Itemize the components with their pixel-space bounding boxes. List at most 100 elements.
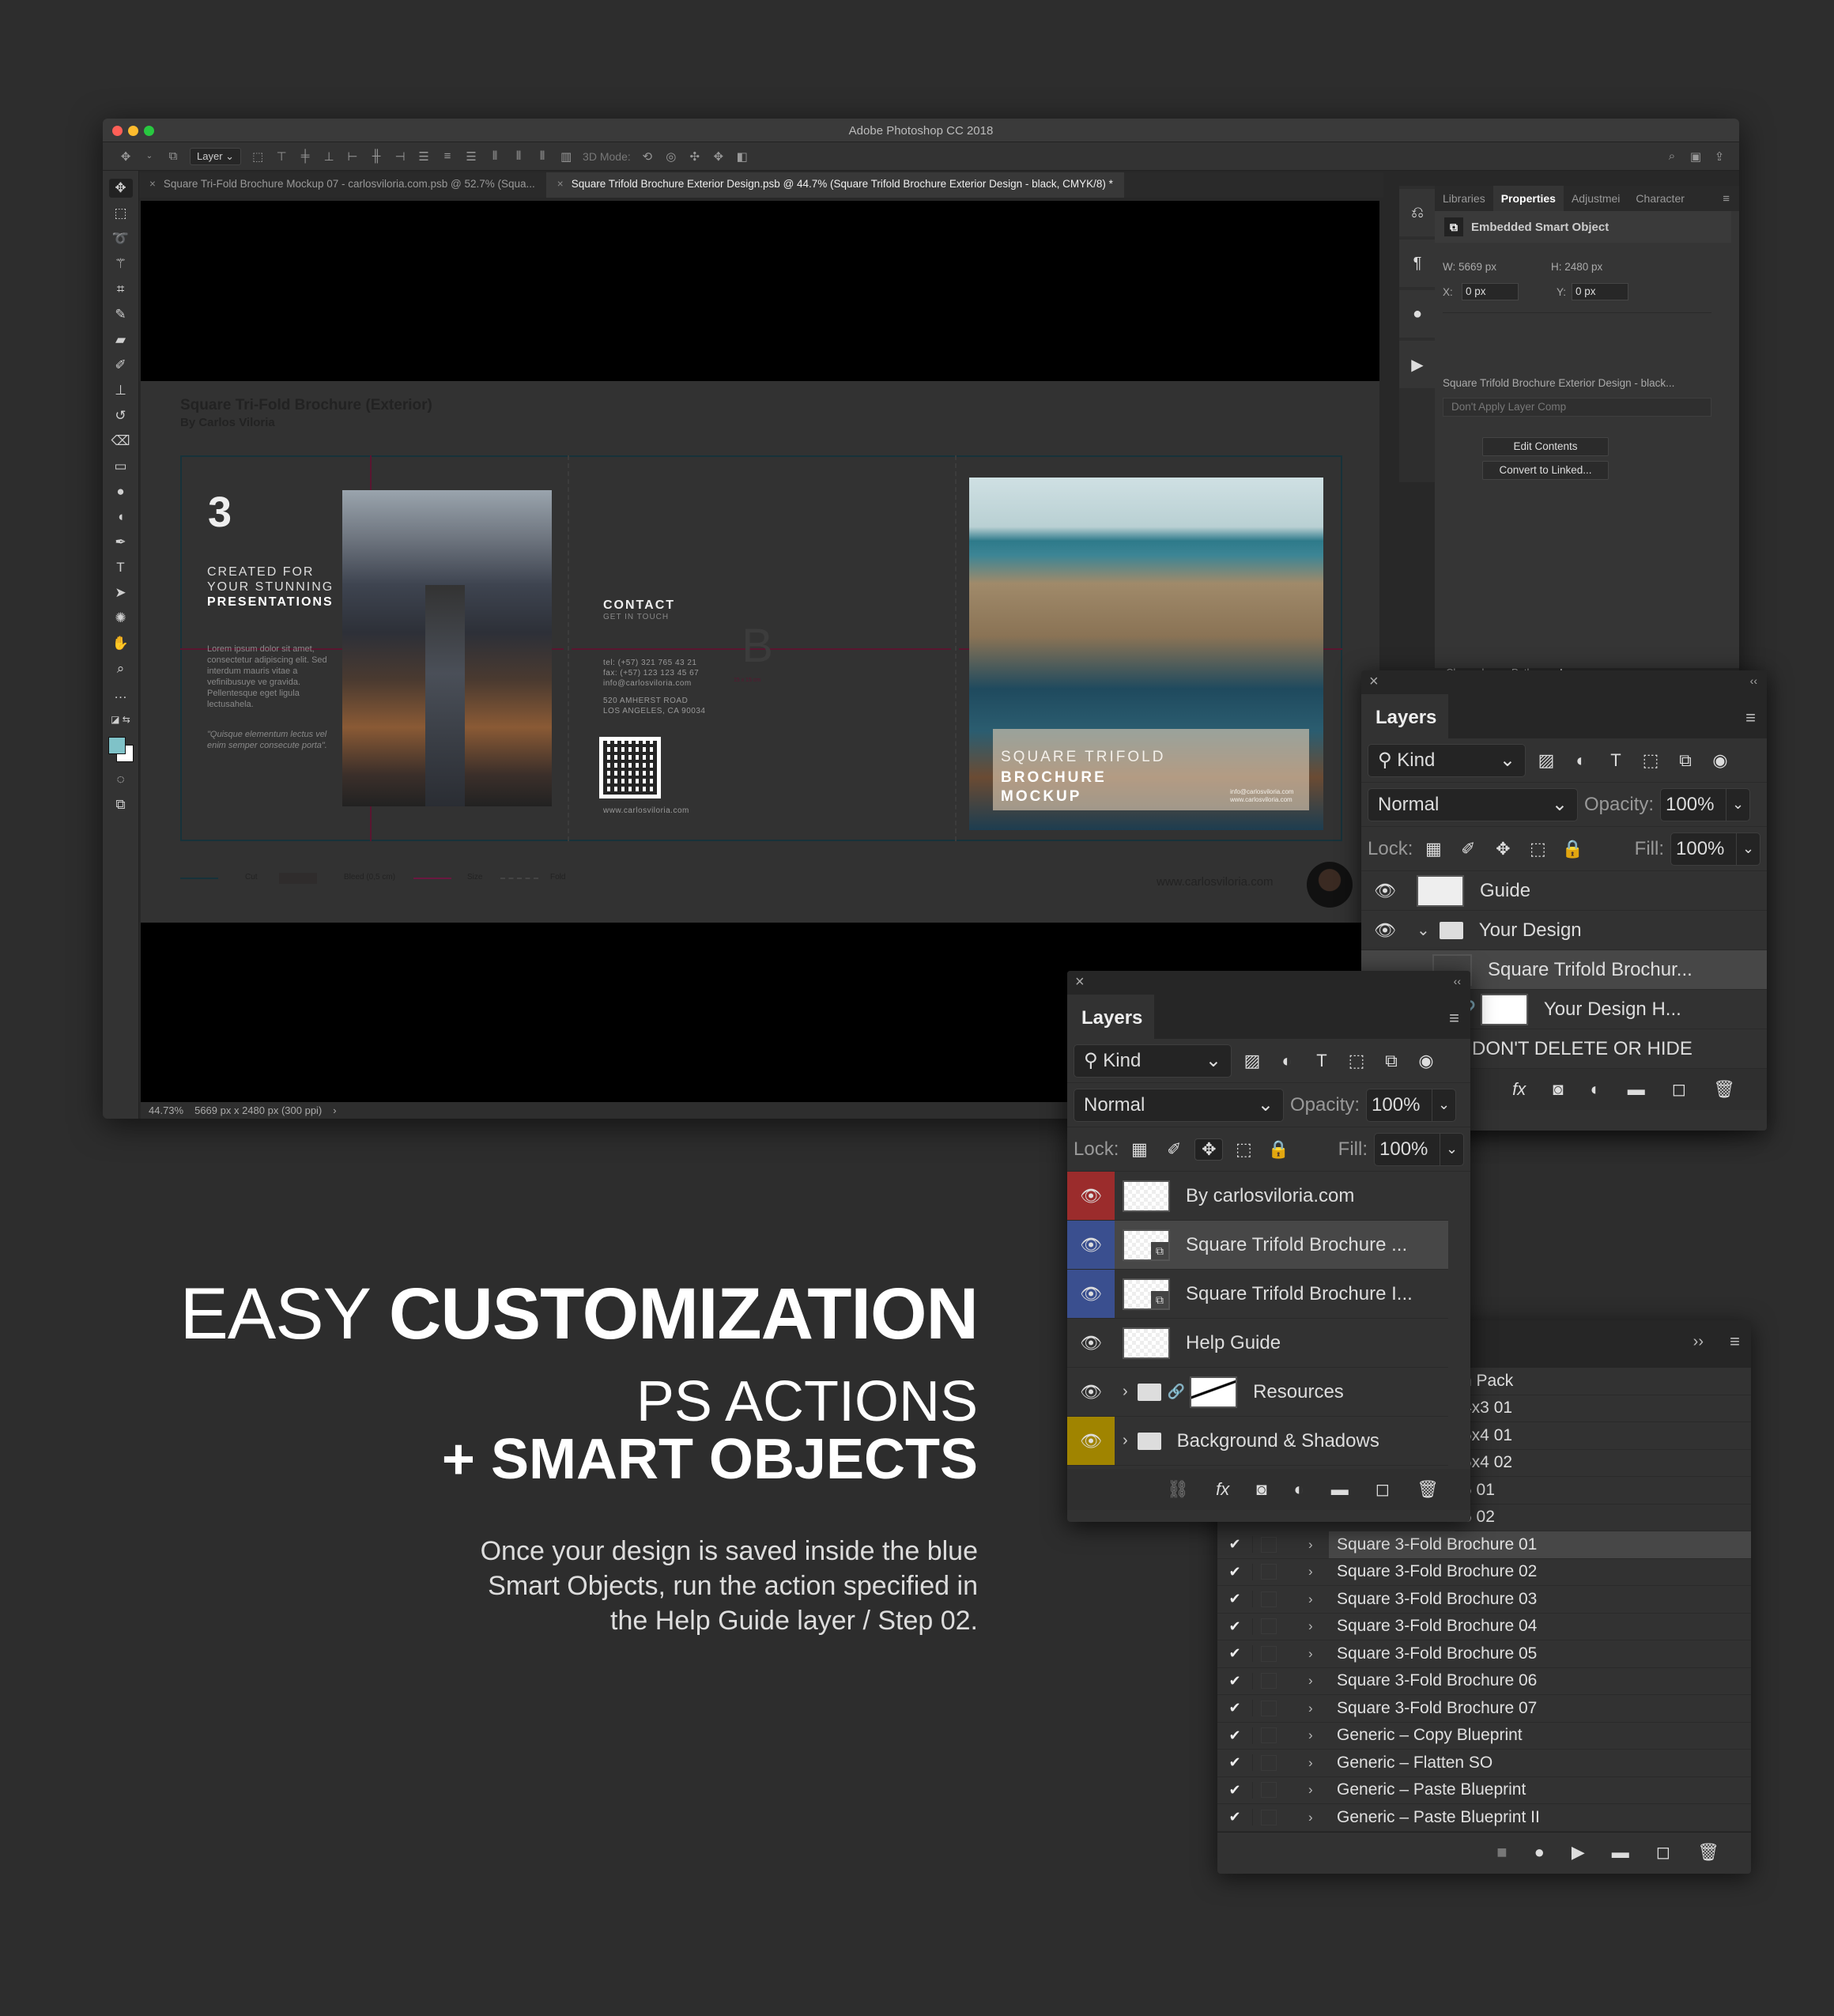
trash-icon[interactable]: 🗑 — [1417, 1479, 1439, 1500]
screen-mode-icon[interactable]: ⧉ — [109, 795, 133, 814]
dialog-toggle[interactable] — [1261, 1754, 1277, 1771]
new-layer-icon[interactable]: ◻ — [1672, 1079, 1686, 1100]
action-row[interactable]: 5 02 — [1455, 1504, 1751, 1531]
color-swatches[interactable] — [107, 735, 135, 764]
record-icon[interactable]: ● — [1534, 1842, 1545, 1863]
filter-kind-dropdown[interactable]: ⚲ Kind ⌄ — [1368, 743, 1526, 777]
lock-artboard-icon[interactable]: ⬚ — [1229, 1139, 1258, 1160]
distribute-top-icon[interactable]: ☰ — [417, 149, 431, 164]
eye-icon[interactable]: 👁 — [1067, 1270, 1115, 1318]
lock-all-icon[interactable]: 🔒 — [1558, 839, 1587, 859]
expand-icon[interactable]: ›› — [1693, 1333, 1704, 1351]
healing-tool-icon[interactable]: ▰ — [109, 330, 133, 349]
panel-menu-icon[interactable]: ≡ — [1730, 1331, 1740, 1352]
brush-tool-icon[interactable]: ✐ — [109, 356, 133, 375]
x-field[interactable]: 0 px — [1462, 283, 1519, 300]
fx-icon[interactable]: fx — [1216, 1479, 1229, 1500]
paragraph-icon[interactable]: ¶ — [1399, 240, 1436, 287]
3d-slide-icon[interactable]: ✥ — [711, 149, 726, 164]
action-row[interactable]: ✔ › Generic – Copy Blueprint — [1217, 1723, 1751, 1750]
filter-type-icon[interactable]: T — [1602, 750, 1630, 771]
lasso-tool-icon[interactable]: ➰ — [109, 229, 133, 248]
history-brush-tool-icon[interactable]: ↺ — [109, 406, 133, 425]
chevron-down-icon[interactable]: ⌄ — [1440, 1133, 1463, 1165]
action-row[interactable]: ✔ › Generic – Paste Blueprint II — [1217, 1804, 1751, 1832]
chevron-right-icon[interactable]: › — [1308, 1701, 1329, 1716]
checkmark-icon[interactable]: ✔ — [1217, 1645, 1253, 1663]
blend-mode-dropdown[interactable]: Normal ⌄ — [1368, 787, 1578, 821]
eye-icon[interactable]: 👁 — [1361, 911, 1409, 949]
action-row[interactable]: 5 01 — [1455, 1477, 1751, 1504]
collapse-icon[interactable]: ‹‹ — [1750, 674, 1757, 687]
move-icon[interactable]: ✥ — [119, 149, 133, 164]
layer-row[interactable]: 👁 › Background & Shadows — [1067, 1417, 1448, 1466]
stamp-tool-icon[interactable]: ⊥ — [109, 381, 133, 400]
distribute-left-icon[interactable]: ⦀ — [488, 149, 502, 164]
add-mask-icon[interactable]: ◙ — [1553, 1079, 1563, 1100]
brush-presets-icon[interactable]: ● — [1399, 290, 1436, 338]
distribute-hcenter-icon[interactable]: ⦀ — [511, 149, 526, 164]
dialog-toggle[interactable] — [1261, 1809, 1277, 1825]
shape-tool-icon[interactable]: ✺ — [109, 609, 133, 628]
hand-tool-icon[interactable]: ✋ — [109, 634, 133, 653]
action-row[interactable]: ✔ › Generic – Paste Blueprint — [1217, 1777, 1751, 1804]
foreground-color-swatch[interactable] — [108, 737, 126, 754]
layer-row[interactable]: 👁 By carlosviloria.com — [1067, 1172, 1448, 1221]
action-row[interactable]: ✔ › Square 3-Fold Brochure 01 — [1217, 1531, 1751, 1559]
dialog-toggle[interactable] — [1261, 1673, 1277, 1689]
filter-type-icon[interactable]: T — [1308, 1051, 1336, 1071]
chevron-down-icon[interactable]: ⌄ — [1417, 920, 1430, 940]
3d-camera-icon[interactable]: ◧ — [735, 149, 749, 164]
chevron-right-icon[interactable]: › — [1308, 1591, 1329, 1607]
eye-icon[interactable]: 👁 — [1067, 1319, 1115, 1367]
eye-icon[interactable]: 👁 — [1067, 1368, 1115, 1416]
panel-menu-icon[interactable]: ≡ — [1723, 192, 1730, 206]
action-row[interactable]: 5x4 02 — [1455, 1450, 1751, 1477]
share-icon[interactable]: ⇪ — [1712, 149, 1726, 164]
action-row[interactable]: ✔ › Square 3-Fold Brochure 03 — [1217, 1586, 1751, 1614]
distribute-bottom-icon[interactable]: ☰ — [464, 149, 478, 164]
auto-select-target-dropdown[interactable]: Layer ⌄ — [190, 147, 242, 165]
adjustment-layer-icon[interactable]: ◐ — [1591, 1079, 1601, 1100]
chevron-down-icon[interactable]: ⌄ — [1726, 788, 1749, 821]
layer-row[interactable]: 👁 › 🔗 Resources — [1067, 1368, 1448, 1417]
lock-position-icon[interactable]: ✥ — [1489, 839, 1517, 859]
quick-mask-icon[interactable]: ◌ — [109, 770, 133, 789]
chevron-right-icon[interactable]: › — [1308, 1727, 1329, 1743]
filter-kind-dropdown[interactable]: ⚲ Kind ⌄ — [1074, 1044, 1232, 1078]
stop-icon[interactable]: ■ — [1496, 1842, 1507, 1863]
opacity-field[interactable]: 100% ⌄ — [1660, 787, 1751, 821]
action-row[interactable]: ✔ › Square 3-Fold Brochure 04 — [1217, 1614, 1751, 1640]
chevron-down-icon[interactable]: ⌄ — [1432, 1089, 1455, 1121]
layer-comp-dropdown[interactable]: Don't Apply Layer Comp — [1443, 398, 1711, 417]
dodge-tool-icon[interactable]: ◖ — [109, 508, 133, 527]
chevron-right-icon[interactable]: › — [1308, 1673, 1329, 1689]
panel-menu-icon[interactable]: ≡ — [1449, 1008, 1459, 1029]
chevron-down-icon[interactable]: ⌄ — [142, 149, 157, 164]
align-hcenter-icon[interactable]: ╫ — [369, 149, 383, 164]
new-group-icon[interactable]: ▬ — [1628, 1079, 1645, 1100]
lock-artboard-icon[interactable]: ⬚ — [1523, 839, 1552, 859]
auto-select-icon[interactable]: ⧉ — [166, 149, 180, 164]
chevron-right-icon[interactable]: › — [1308, 1646, 1329, 1662]
panel-menu-icon[interactable]: ≡ — [1745, 708, 1756, 728]
close-tab-icon[interactable]: × — [149, 178, 156, 190]
marquee-tool-icon[interactable]: ⬚ — [109, 204, 133, 223]
trash-icon[interactable]: 🗑 — [1713, 1079, 1735, 1100]
move-tool-icon[interactable]: ✥ — [108, 179, 133, 198]
tab-libraries[interactable]: Libraries — [1435, 186, 1493, 211]
action-row[interactable]: n Pack — [1455, 1368, 1751, 1395]
chevron-right-icon[interactable]: › — [1308, 1618, 1329, 1634]
trash-icon[interactable]: 🗑 — [1697, 1842, 1719, 1863]
workspace-icon[interactable]: ▣ — [1689, 149, 1703, 164]
checkmark-icon[interactable]: ✔ — [1217, 1700, 1253, 1717]
action-row[interactable]: ✔ › Square 3-Fold Brochure 07 — [1217, 1695, 1751, 1723]
filter-pixel-icon[interactable]: ▨ — [1532, 750, 1560, 771]
eraser-tool-icon[interactable]: ⌫ — [109, 432, 133, 451]
layer-row[interactable]: 👁 ⌄ Your Design — [1361, 911, 1767, 950]
close-tab-icon[interactable]: × — [557, 178, 564, 190]
tab-mockup-07[interactable]: × Square Tri-Fold Brochure Mockup 07 - ca… — [138, 172, 546, 198]
align-bottom-icon[interactable]: ⊥ — [322, 149, 336, 164]
eye-icon[interactable]: 👁 — [1361, 871, 1409, 910]
crop-tool-icon[interactable]: ⌗ — [109, 280, 133, 299]
